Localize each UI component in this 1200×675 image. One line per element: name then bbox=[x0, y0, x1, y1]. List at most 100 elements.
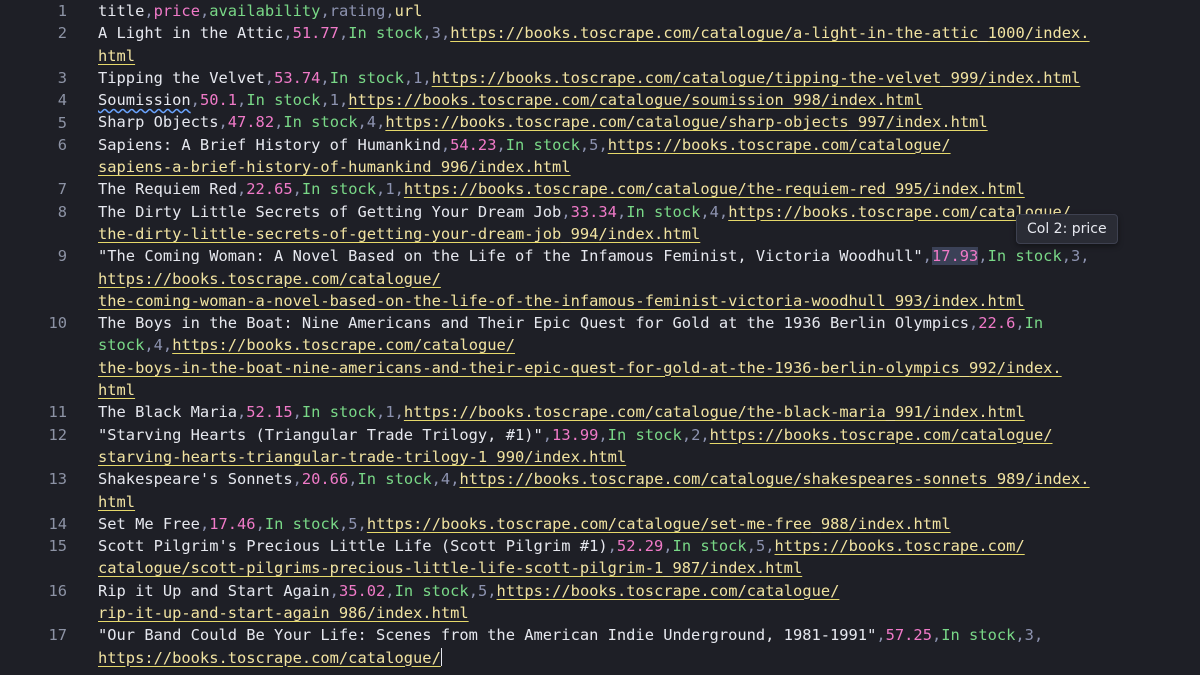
code-line-row[interactable]: sapiens-a-brief-history-of-humankind_996… bbox=[98, 156, 1200, 178]
column-tooltip-label: Col 2: price bbox=[1027, 221, 1107, 237]
url-link[interactable]: https://books.toscrape.com/catalogue/sha… bbox=[459, 470, 1089, 488]
csv-token: title bbox=[98, 2, 145, 20]
code-line-row[interactable]: The Black Maria,52.15,In stock,1,https:/… bbox=[98, 401, 1200, 423]
csv-token: , bbox=[329, 581, 339, 600]
code-line-row[interactable]: html bbox=[98, 491, 1200, 513]
csv-token: 5 bbox=[477, 581, 488, 600]
code-line-row[interactable]: The Boys in the Boat: Nine Americans and… bbox=[98, 312, 1200, 334]
csv-token: , bbox=[1033, 626, 1044, 645]
line-number: 14 bbox=[48, 514, 67, 533]
url-link[interactable]: the-boys-in-the-boat-nine-americans-and-… bbox=[98, 359, 1062, 377]
csv-token: 5 bbox=[348, 514, 358, 533]
url-link[interactable]: https://books.toscrape.com/catalogue/ bbox=[710, 426, 1053, 444]
csv-token: availability bbox=[209, 2, 321, 20]
code-line-row[interactable]: the-coming-woman-a-novel-based-on-the-li… bbox=[98, 290, 1200, 312]
line-number: 4 bbox=[57, 91, 67, 110]
url-link[interactable]: https://books.toscrape.com/catalogue/the… bbox=[404, 403, 1025, 421]
code-line-row[interactable]: Soumission,50.1,In stock,1,https://books… bbox=[98, 89, 1200, 111]
csv-token: , bbox=[218, 113, 228, 132]
csv-editor[interactable]: 1 2 3 4 5 6 7 8 9 10 11 12 13 14 15 16 17 title,price,av… bbox=[0, 0, 1200, 675]
csv-token: , bbox=[440, 24, 451, 43]
code-line-row[interactable]: https://books.toscrape.com/catalogue/ bbox=[98, 268, 1200, 290]
url-link[interactable]: starving-hearts-triangular-trade-trilogy… bbox=[98, 448, 626, 466]
code-line-row[interactable]: rip-it-up-and-start-again_986/index.html bbox=[98, 602, 1200, 624]
code-line-row[interactable]: Shakespeare's Sonnets,20.66,In stock,4,h… bbox=[98, 468, 1200, 490]
url-link[interactable]: https://books.toscrape.com/catalogue/ bbox=[608, 136, 951, 154]
csv-token: In stock bbox=[264, 514, 339, 533]
url-link[interactable]: the-dirty-little-secrets-of-getting-your… bbox=[98, 225, 700, 243]
csv-token: In stock bbox=[348, 24, 423, 43]
code-line-row[interactable]: "Our Band Could Be Your Life: Scenes fro… bbox=[98, 624, 1200, 646]
csv-token: , bbox=[487, 581, 497, 600]
line-number: 5 bbox=[57, 113, 67, 132]
csv-token: , bbox=[579, 135, 590, 154]
url-link[interactable]: https://books.toscrape.com/catalogue/tip… bbox=[432, 69, 1081, 87]
url-link[interactable]: https://books.toscrape.com/catalogue/ bbox=[172, 336, 515, 354]
code-line-row[interactable]: A Light in the Attic,51.77,In stock,3,ht… bbox=[98, 22, 1200, 44]
csv-token: 4 bbox=[440, 470, 451, 489]
csv-token: The Black Maria bbox=[98, 403, 237, 422]
csv-token: 22.6 bbox=[978, 314, 1016, 333]
csv-token: A Light in the Attic bbox=[98, 24, 284, 43]
csv-token: , bbox=[422, 24, 432, 43]
line-number: 10 bbox=[48, 314, 67, 333]
code-line-row[interactable]: The Requiem Red,22.65,In stock,1,https:/… bbox=[98, 178, 1200, 200]
csv-token: price bbox=[153, 2, 200, 20]
code-line-row[interactable]: Set Me Free,17.46,In stock,5,https://boo… bbox=[98, 513, 1200, 535]
csv-token: "Starving Hearts (Triangular Trade Trilo… bbox=[98, 425, 543, 444]
code-line-row[interactable]: stock,4,https://books.toscrape.com/catal… bbox=[98, 334, 1200, 356]
code-line-row[interactable]: html bbox=[98, 45, 1200, 67]
csv-token: , bbox=[496, 135, 506, 154]
code-line-row[interactable]: starving-hearts-triangular-trade-trilogy… bbox=[98, 446, 1200, 468]
url-link[interactable]: https://books.toscrape.com/catalogue/a-l… bbox=[450, 24, 1089, 42]
csv-token: 2 bbox=[691, 425, 701, 444]
url-link[interactable]: html bbox=[98, 47, 135, 65]
csv-token: , bbox=[663, 537, 673, 556]
csv-token: In stock bbox=[301, 180, 377, 199]
line-number: 7 bbox=[57, 180, 67, 199]
csv-token: , bbox=[357, 514, 367, 533]
csv-token: , bbox=[422, 68, 432, 87]
code-line-row[interactable]: Scott Pilgrim's Precious Little Life (Sc… bbox=[98, 535, 1200, 557]
code-line-row[interactable]: Sapiens: A Brief History of Humankind,54… bbox=[98, 134, 1200, 156]
csv-token: , bbox=[385, 581, 395, 600]
url-link[interactable]: catalogue/scott-pilgrims-precious-little… bbox=[98, 559, 802, 577]
csv-token: , bbox=[385, 2, 395, 20]
url-link[interactable]: the-coming-woman-a-novel-based-on-the-li… bbox=[98, 292, 1025, 310]
csv-token: , bbox=[1080, 247, 1090, 266]
code-area[interactable]: title,price,availability,rating,url A Lig… bbox=[98, 0, 1200, 669]
url-link[interactable]: https://books.toscrape.com/catalogue/sou… bbox=[348, 91, 923, 109]
csv-token: , bbox=[978, 247, 988, 266]
code-line-row[interactable]: "Starving Hearts (Triangular Trade Trilo… bbox=[98, 424, 1200, 446]
line-number: 17 bbox=[48, 626, 67, 645]
code-line-row[interactable]: catalogue/scott-pilgrims-precious-little… bbox=[98, 557, 1200, 579]
csv-token: 1 bbox=[385, 403, 395, 422]
url-link[interactable]: https://books.toscrape.com/catalogue/the… bbox=[404, 180, 1025, 198]
csv-token: stock bbox=[98, 336, 145, 355]
csv-token: , bbox=[292, 470, 302, 489]
url-link[interactable]: https://books.toscrape.com/ bbox=[775, 537, 1025, 555]
code-line-row[interactable]: Rip it Up and Start Again,35.02,In stock… bbox=[98, 580, 1200, 602]
csv-token: 35.02 bbox=[338, 581, 386, 600]
code-line-row[interactable]: https://books.toscrape.com/catalogue/ bbox=[98, 647, 1200, 669]
url-link[interactable]: https://books.toscrape.com/catalogue/sha… bbox=[385, 113, 987, 131]
csv-token: , bbox=[468, 581, 478, 600]
url-link[interactable]: sapiens-a-brief-history-of-humankind_996… bbox=[98, 158, 571, 176]
url-link[interactable]: https://books.toscrape.com/catalogue/ bbox=[98, 649, 441, 667]
code-line-row[interactable]: title,price,availability,rating,url bbox=[98, 0, 1200, 22]
code-line-row[interactable]: the-boys-in-the-boat-nine-americans-and-… bbox=[98, 357, 1200, 379]
url-link[interactable]: html bbox=[98, 493, 135, 511]
code-line-row[interactable]: "The Coming Woman: A Novel Based on the … bbox=[98, 245, 1200, 267]
csv-token: 57.25 bbox=[885, 626, 932, 645]
csv-token: , bbox=[561, 202, 571, 221]
code-line-row[interactable]: Sharp Objects,47.82,In stock,4,https://b… bbox=[98, 111, 1200, 133]
code-line-row[interactable]: Tipping the Velvet,53.74,In stock,1,http… bbox=[98, 67, 1200, 89]
url-link[interactable]: rip-it-up-and-start-again_986/index.html bbox=[98, 604, 469, 622]
url-link[interactable]: html bbox=[98, 381, 135, 399]
url-link[interactable]: https://books.toscrape.com/catalogue/ bbox=[98, 270, 441, 288]
csv-token: , bbox=[1015, 314, 1025, 333]
code-line-row[interactable]: html bbox=[98, 379, 1200, 401]
url-link[interactable]: https://books.toscrape.com/catalogue/set… bbox=[367, 515, 951, 533]
line-number: 11 bbox=[48, 403, 67, 422]
url-link[interactable]: https://books.toscrape.com/catalogue/ bbox=[497, 582, 840, 600]
